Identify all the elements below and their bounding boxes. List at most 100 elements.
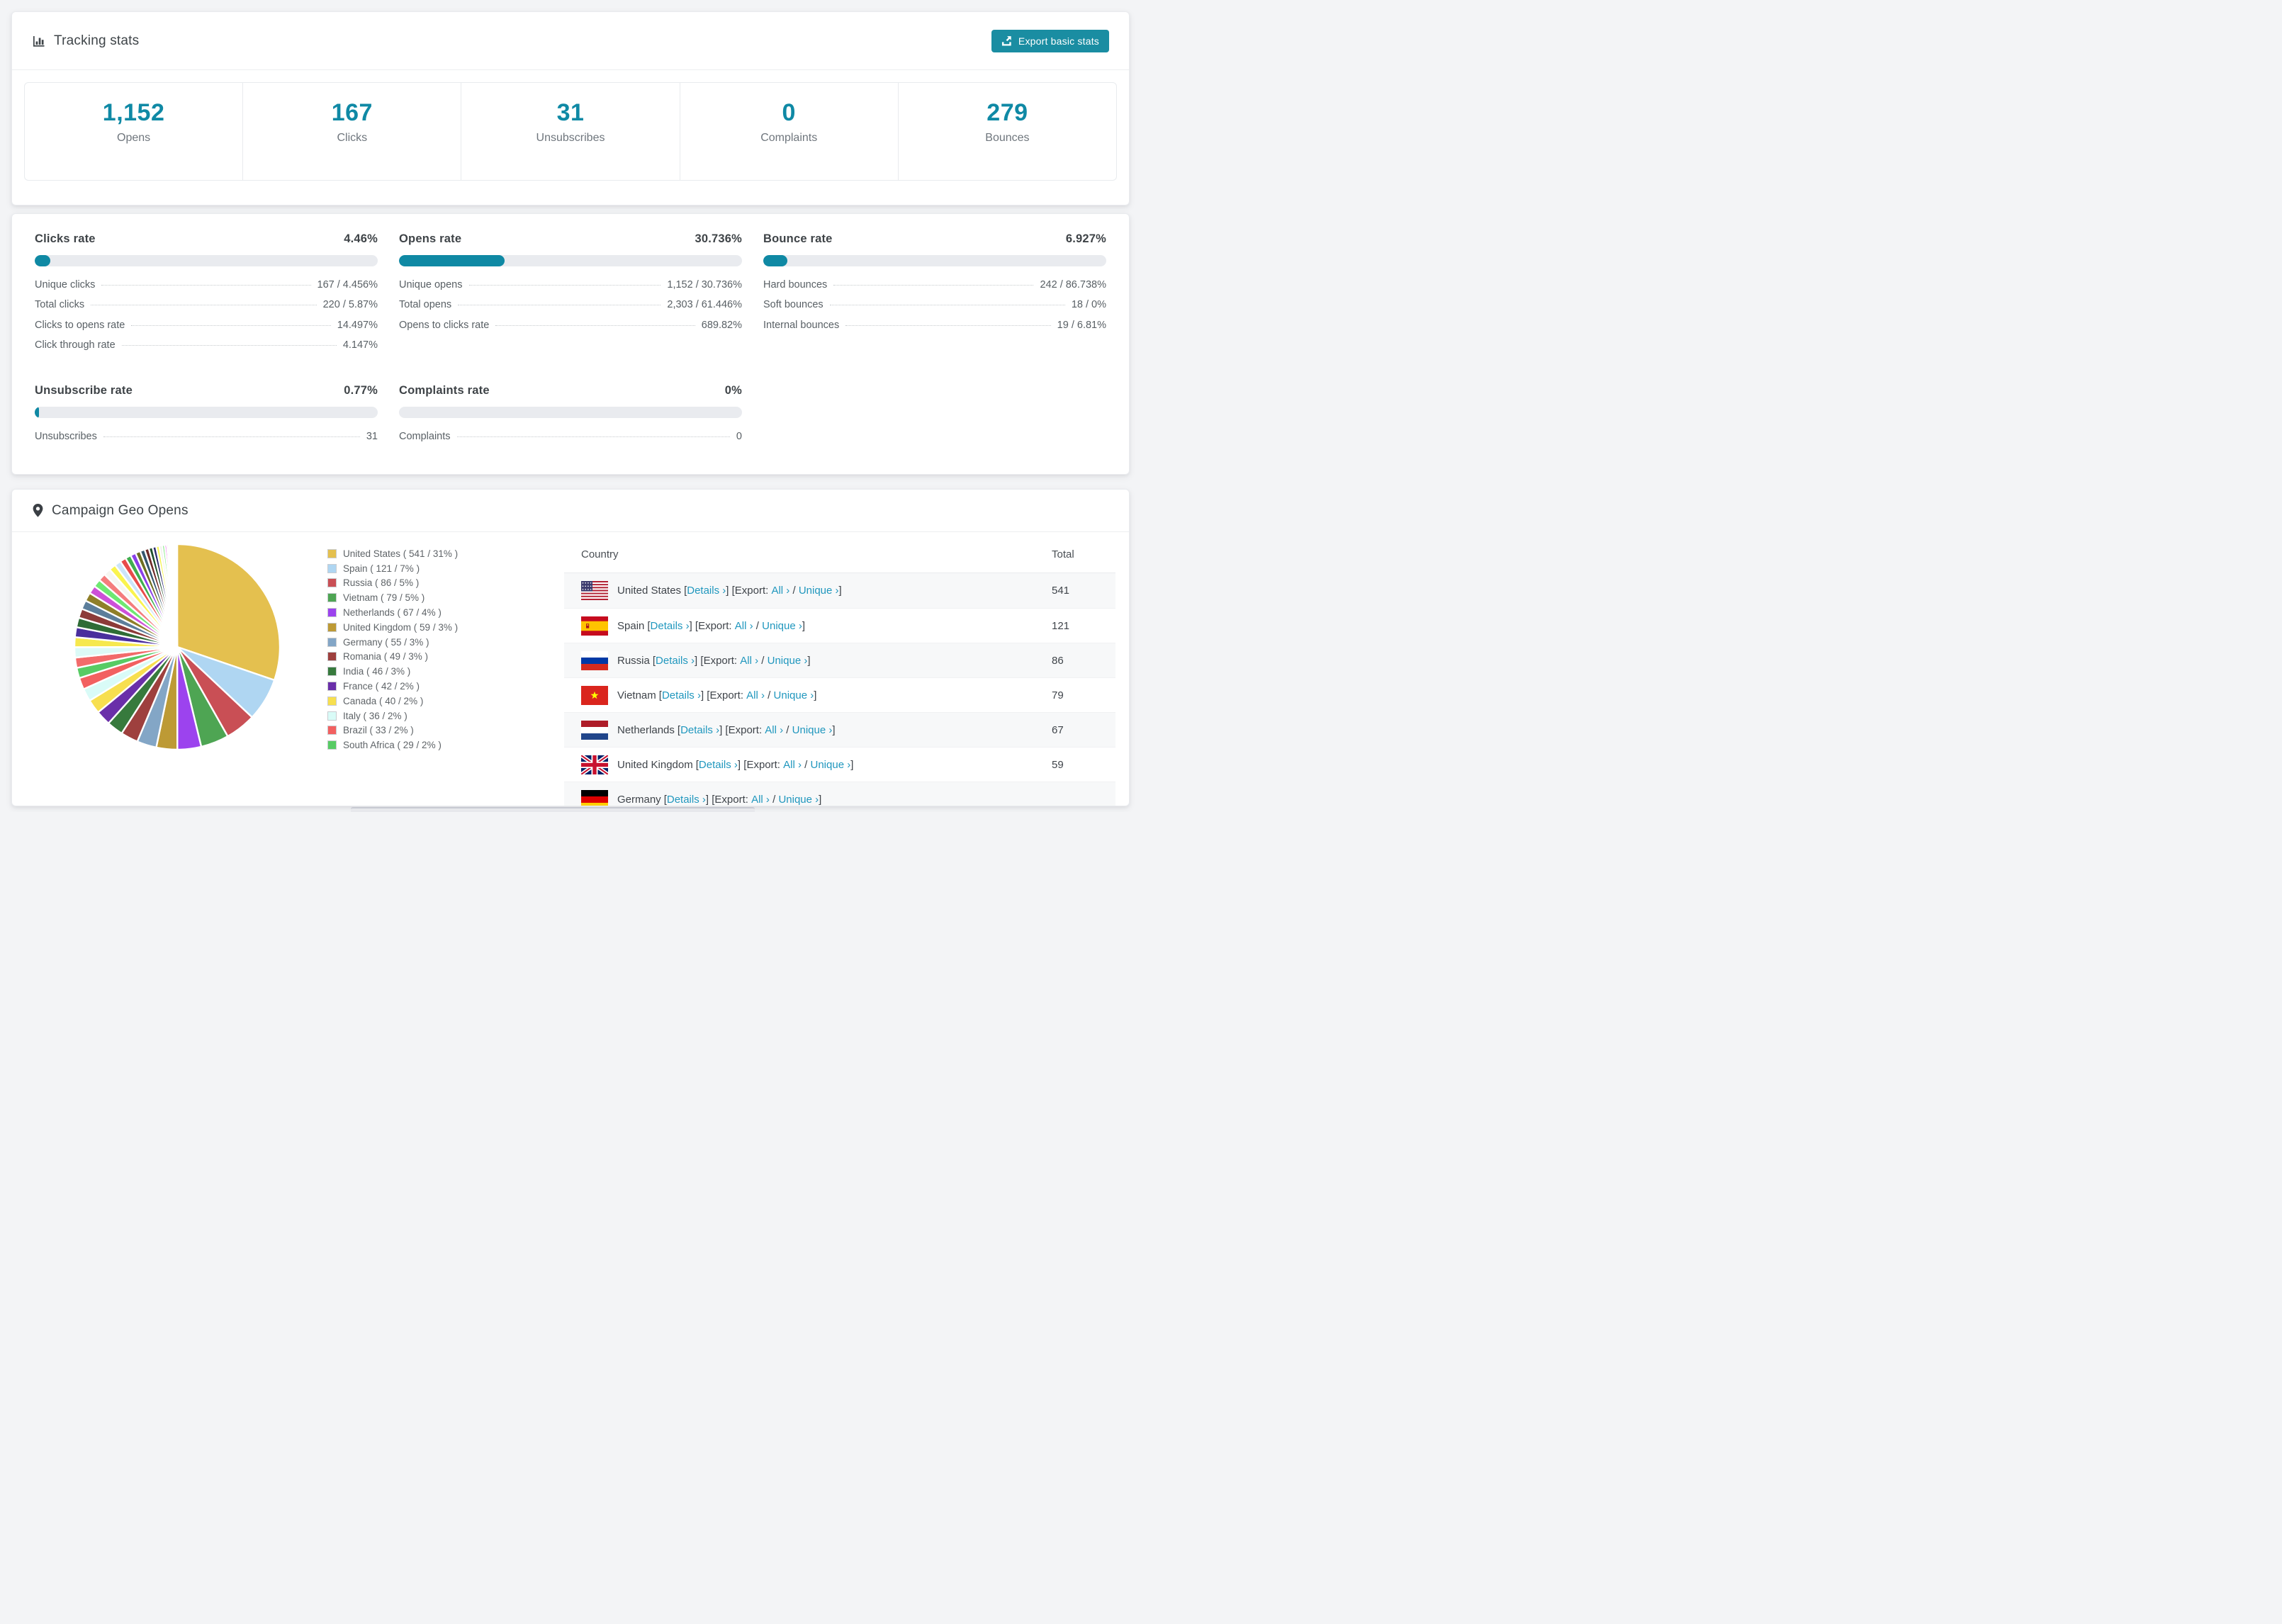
legend-item-romania[interactable]: Romania ( 49 / 3% ) (327, 650, 458, 665)
tracking-stats-header: Tracking stats Export basic stats (12, 12, 1129, 70)
legend-label: India ( 46 / 3% ) (343, 666, 411, 677)
legend-swatch (327, 622, 337, 632)
export-unique-link[interactable]: Unique › (799, 585, 839, 597)
legend-item-united-kingdom[interactable]: United Kingdom ( 59 / 3% ) (327, 620, 458, 635)
country-name: Netherlands (617, 723, 675, 736)
legend-item-vietnam[interactable]: Vietnam ( 79 / 5% ) (327, 590, 458, 605)
details-link[interactable]: Details › (687, 585, 726, 597)
country-name: Vietnam (617, 689, 656, 701)
rate-detail-row: Internal bounces 19 / 6.81% (763, 315, 1106, 336)
legend-item-germany[interactable]: Germany ( 55 / 3% ) (327, 635, 458, 650)
export-all-link[interactable]: All › (751, 794, 770, 806)
rate-detail-row: Total clicks 220 / 5.87% (35, 295, 378, 316)
rate-title: Complaints rate (399, 384, 490, 397)
export-unique-link[interactable]: Unique › (778, 794, 819, 806)
country-cell: Vietnam [Details ›] [Export: All › / Uni… (564, 685, 1052, 705)
export-basic-stats-button[interactable]: Export basic stats (991, 29, 1109, 52)
legend-label: Vietnam ( 79 / 5% ) (343, 592, 425, 604)
legend-item-india[interactable]: India ( 46 / 3% ) (327, 664, 458, 679)
details-link[interactable]: Details › (667, 794, 706, 806)
geo-title-text: Campaign Geo Opens (52, 502, 189, 518)
detail-label: Opens to clicks rate (399, 319, 490, 331)
geo-table-body: United States [Details ›] [Export: All ›… (564, 573, 1115, 806)
horizontal-scrollbar[interactable] (351, 807, 755, 812)
legend-swatch (327, 548, 337, 558)
dotted-leader (495, 325, 695, 326)
detail-value: 0 (736, 430, 742, 442)
legend-swatch (327, 652, 337, 662)
legend-label: France ( 42 / 2% ) (343, 681, 420, 692)
rate-value: 0.77% (344, 384, 378, 397)
export-all-link[interactable]: All › (735, 620, 753, 632)
detail-value: 14.497% (337, 319, 378, 331)
dotted-leader (833, 284, 1034, 286)
country-cell: United States [Details ›] [Export: All ›… (564, 581, 1052, 600)
details-link[interactable]: Details › (656, 655, 695, 667)
details-link[interactable]: Details › (662, 689, 701, 701)
detail-label: Total opens (399, 299, 452, 311)
export-unique-link[interactable]: Unique › (811, 759, 851, 771)
export-label: Export: (728, 723, 763, 736)
legend-item-south-africa[interactable]: South Africa ( 29 / 2% ) (327, 738, 458, 752)
country-cell: Spain [Details ›] [Export: All › / Uniqu… (564, 616, 1052, 636)
stat-label: Unsubscribes (536, 132, 605, 144)
rate-detail-row: Opens to clicks rate 689.82% (399, 315, 742, 336)
detail-value: 167 / 4.456% (317, 278, 378, 291)
rate-head: Clicks rate 4.46% (35, 232, 378, 246)
detail-label: Hard bounces (763, 278, 828, 291)
geo-table: Country Total United States [Details ›] … (564, 536, 1115, 806)
export-all-link[interactable]: All › (771, 585, 789, 597)
rate-detail-row: Hard bounces 242 / 86.738% (763, 275, 1106, 295)
stat-label: Opens (117, 132, 151, 144)
dotted-leader (845, 325, 1051, 326)
legend-item-united-states[interactable]: United States ( 541 / 31% ) (327, 546, 458, 561)
pie-slice-other[interactable] (176, 543, 179, 648)
stat-label: Bounces (985, 132, 1030, 144)
detail-value: 19 / 6.81% (1057, 319, 1106, 331)
export-unique-link[interactable]: Unique › (762, 620, 802, 632)
export-all-link[interactable]: All › (783, 759, 802, 771)
details-link[interactable]: Details › (680, 724, 719, 736)
export-unique-link[interactable]: Unique › (792, 724, 833, 736)
legend-swatch (327, 711, 337, 721)
progress-bar-fill (35, 407, 39, 418)
stat-box-opens: 1,152 Opens (25, 83, 242, 180)
stats-row: 1,152 Opens 167 Clicks 31 Unsubscribes 0… (24, 82, 1117, 181)
export-unique-link[interactable]: Unique › (768, 655, 808, 667)
stat-value: 1,152 (102, 99, 165, 126)
gb-flag-icon (581, 755, 608, 774)
legend-item-italy[interactable]: Italy ( 36 / 2% ) (327, 709, 458, 723)
us-flag-icon (581, 581, 608, 600)
campaign-geo-opens-card: Campaign Geo Opens United States ( 541 /… (11, 489, 1130, 806)
export-all-link[interactable]: All › (740, 655, 758, 667)
export-label: Export: (703, 654, 738, 667)
legend-swatch (327, 578, 337, 588)
rate-value: 4.46% (344, 232, 378, 245)
legend-label: Spain ( 121 / 7% ) (343, 563, 420, 574)
country-cell: Germany [Details ›] [Export: All › / Uni… (564, 789, 1052, 806)
legend-item-france[interactable]: France ( 42 / 2% ) (327, 679, 458, 694)
rates-grid: Clicks rate 4.46% Unique clicks 167 / 4.… (12, 214, 1129, 466)
legend-item-netherlands[interactable]: Netherlands ( 67 / 4% ) (327, 605, 458, 620)
stat-box-clicks: 167 Clicks (242, 83, 461, 180)
detail-label: Soft bounces (763, 299, 824, 311)
legend-item-brazil[interactable]: Brazil ( 33 / 2% ) (327, 723, 458, 738)
de-flag-icon (581, 789, 608, 806)
tracking-stats-title-text: Tracking stats (54, 33, 140, 48)
rate-detail-row: Unsubscribes 31 (35, 427, 378, 447)
legend-item-russia[interactable]: Russia ( 86 / 5% ) (327, 576, 458, 591)
legend-item-spain[interactable]: Spain ( 121 / 7% ) (327, 561, 458, 576)
stat-box-unsubscribes: 31 Unsubscribes (461, 83, 679, 180)
rate-title: Opens rate (399, 232, 462, 245)
progress-bar-fill (35, 255, 50, 266)
details-link[interactable]: Details › (699, 759, 738, 771)
details-link[interactable]: Details › (651, 620, 690, 632)
legend-item-canada[interactable]: Canada ( 40 / 2% ) (327, 694, 458, 709)
export-all-link[interactable]: All › (746, 689, 765, 701)
tracking-stats-title: Tracking stats (32, 33, 139, 49)
legend-label: United Kingdom ( 59 / 3% ) (343, 621, 459, 633)
total-cell: 59 (1052, 758, 1064, 771)
export-unique-link[interactable]: Unique › (774, 689, 814, 701)
rate-block-bounce-rate: Bounce rate 6.927% Hard bounces 242 / 86… (763, 232, 1106, 356)
export-all-link[interactable]: All › (765, 724, 783, 736)
